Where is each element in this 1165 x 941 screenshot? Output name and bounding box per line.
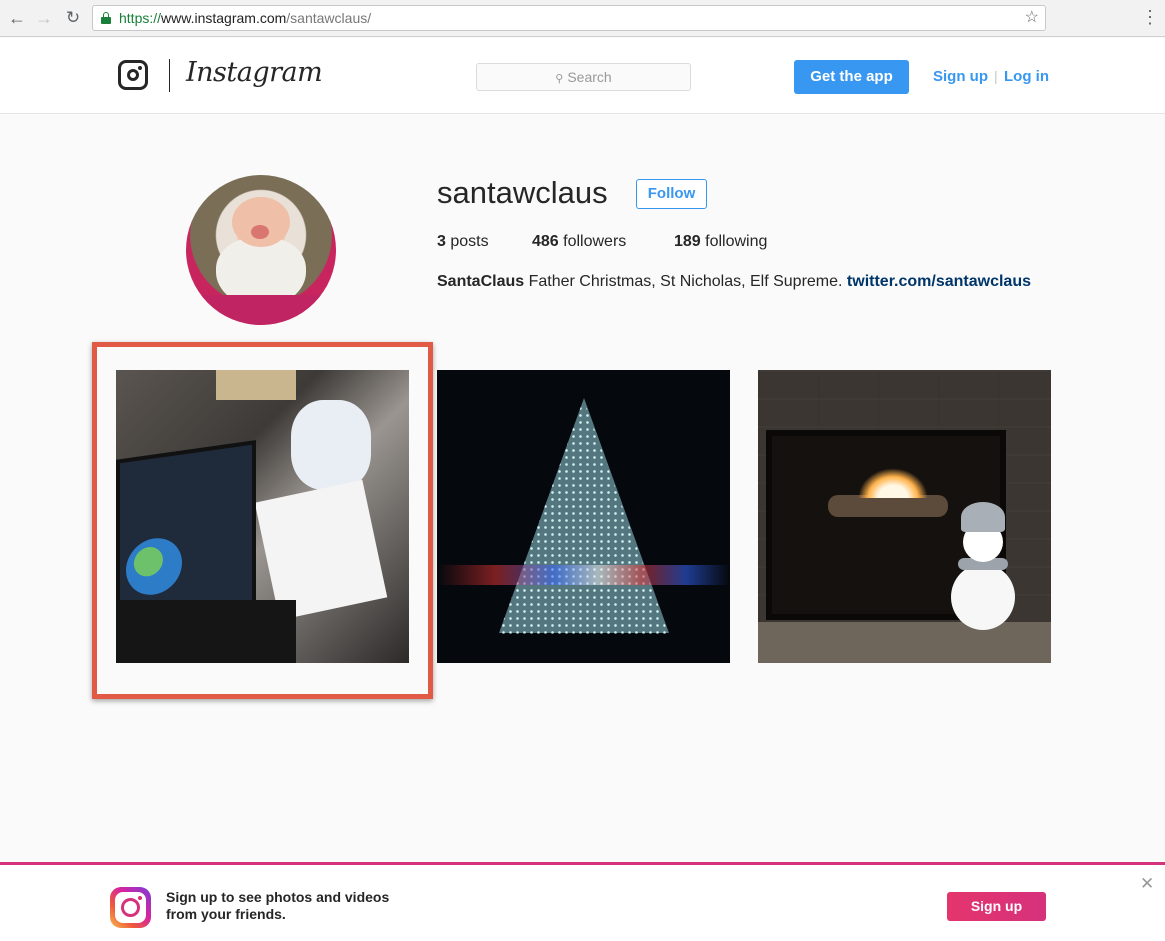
profile-username: santawclaus	[437, 175, 608, 210]
url-host: www.instagram.com	[161, 10, 287, 26]
search-icon: ⚲	[555, 73, 564, 85]
url-path: /santawclaus/	[286, 10, 372, 26]
posts-count: 3 posts	[437, 233, 489, 250]
signup-link[interactable]: Sign up	[933, 68, 988, 85]
banner-signup-button[interactable]: Sign up	[947, 892, 1046, 921]
login-link[interactable]: Log in	[1004, 68, 1049, 85]
browser-toolbar: ← → ↻ https://www.instagram.com/santawcl…	[0, 0, 1165, 37]
signup-banner: Sign up to see photos and videos from yo…	[0, 862, 1165, 941]
post-thumbnail-tree[interactable]	[437, 370, 730, 663]
lock-icon	[101, 12, 111, 24]
followers-count[interactable]: 486 followers	[532, 233, 626, 251]
banner-line-2: from your friends.	[166, 906, 286, 922]
banner-message: Sign up to see photos and videos from yo…	[166, 889, 426, 923]
bio-full-name: SantaClaus	[437, 273, 525, 290]
link-separator: |	[994, 68, 998, 84]
instagram-wordmark[interactable]: Instagram	[186, 57, 323, 88]
follow-button[interactable]: Follow	[636, 179, 707, 209]
search-placeholder: Search	[567, 69, 612, 85]
bio-text: Father Christmas, St Nicholas, Elf Supre…	[524, 273, 847, 290]
url-protocol: https://	[119, 10, 162, 26]
close-icon[interactable]: ✕	[1140, 875, 1154, 892]
profile-bio: SantaClaus Father Christmas, St Nicholas…	[437, 273, 1031, 291]
post-thumbnail-fireplace[interactable]	[758, 370, 1051, 663]
menu-dots-icon[interactable]: ⋮	[1141, 7, 1159, 27]
post-thumbnail-desk[interactable]	[116, 370, 409, 663]
following-count[interactable]: 189 following	[674, 233, 767, 251]
site-header: Instagram ⚲ Search Get the app Sign up | …	[0, 38, 1165, 114]
search-input[interactable]: ⚲ Search	[476, 63, 691, 91]
back-arrow-icon[interactable]: ←	[7, 8, 27, 28]
instagram-gradient-logo-icon	[110, 887, 151, 928]
avatar	[186, 175, 336, 325]
banner-line-1: Sign up to see photos and videos	[166, 889, 390, 905]
bio-link[interactable]: twitter.com/santawclaus	[847, 273, 1031, 290]
get-the-app-button[interactable]: Get the app	[794, 60, 909, 94]
header-divider	[169, 59, 170, 92]
instagram-glyph-icon[interactable]	[118, 60, 148, 90]
forward-arrow-icon[interactable]: →	[34, 8, 54, 28]
star-icon[interactable]: ☆	[1025, 6, 1039, 30]
address-bar[interactable]: https://www.instagram.com/santawclaus/ ☆	[92, 5, 1046, 31]
reload-icon[interactable]: ↻	[63, 8, 83, 28]
